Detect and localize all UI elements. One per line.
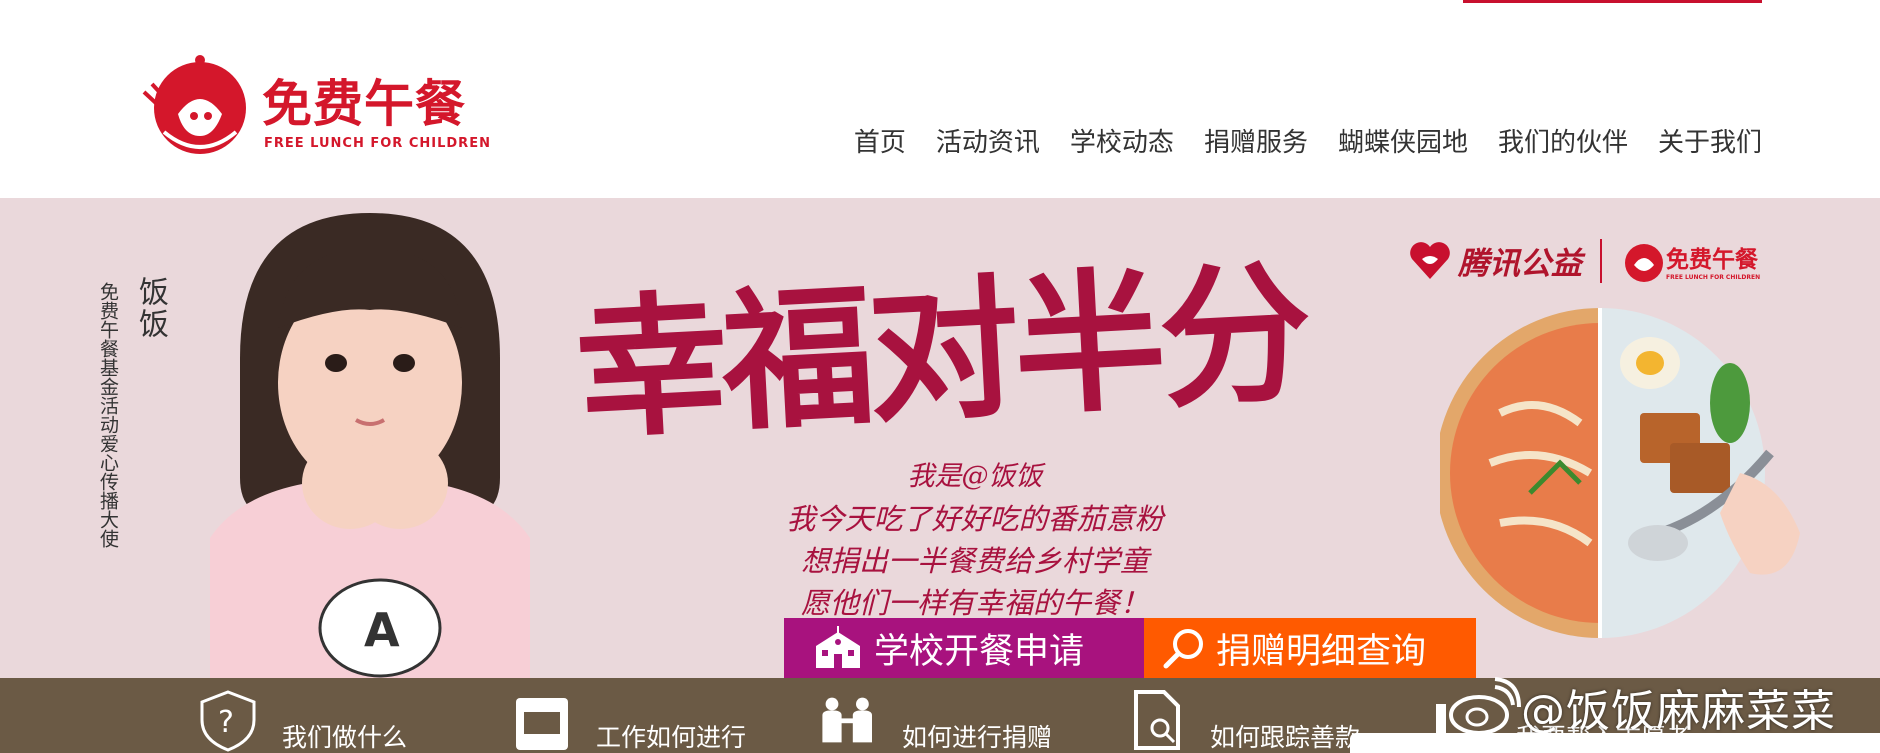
partner-freelunch: 免费午餐 FREE LUNCH FOR CHILDREN bbox=[1666, 240, 1760, 281]
feature-label: 如何跟踪善款 bbox=[1210, 723, 1361, 752]
logo-subtitle: FREE LUNCH FOR CHILDREN bbox=[264, 136, 491, 151]
feature-track-funds[interactable]: 如何跟踪善款 bbox=[1124, 688, 1360, 753]
feature-what-we-do[interactable]: ? 我们做什么 bbox=[196, 688, 407, 753]
watermark-text: @饭饭麻麻菜菜 bbox=[1521, 686, 1836, 737]
school-meal-apply-button[interactable]: 学校开餐申请 bbox=[784, 618, 1144, 678]
floating-panel-edge bbox=[1350, 733, 1880, 753]
school-building-icon bbox=[816, 626, 860, 668]
banner-line-3: 想捐出一半餐费给乡村学童 bbox=[800, 544, 1149, 578]
banner-message: 我是@饭饭 我今天吃了好好吃的番茄意粉 想捐出一半餐费给乡村学童 愿他们一样有幸… bbox=[740, 456, 1210, 624]
banner-line-2: 我今天吃了好好吃的番茄意粉 bbox=[786, 502, 1164, 536]
free-lunch-small-logo-icon bbox=[1625, 243, 1663, 282]
feature-label: 我们做什么 bbox=[282, 723, 408, 752]
feature-label: 如何进行捐赠 bbox=[902, 723, 1053, 752]
partner-ff-subtitle: FREE LUNCH FOR CHILDREN bbox=[1666, 274, 1761, 281]
partner-logos: 腾讯公益 免费午餐 FREE LUNCH FOR CHILDREN bbox=[1408, 238, 1760, 283]
search-icon bbox=[1163, 629, 1203, 669]
hero-banner[interactable]: 免费午餐基金活动爱心传播大使 饭饭 A 幸福对半分 我是@饭饭 我今天吃了好好吃… bbox=[0, 198, 1880, 678]
nav-about[interactable]: 关于我们 bbox=[1643, 122, 1762, 159]
site-logo[interactable]: 免费午餐 FREE LUNCH FOR CHILDREN bbox=[138, 52, 508, 162]
partner-ff-title: 免费午餐 bbox=[1666, 247, 1758, 273]
page: 免费午餐 FREE LUNCH FOR CHILDREN 首页 活动资讯 学校动… bbox=[0, 0, 1880, 753]
partner-divider bbox=[1600, 238, 1602, 283]
partner-tencent: 腾讯公益 bbox=[1458, 246, 1582, 282]
svg-text:?: ? bbox=[218, 705, 234, 740]
ambassador-caption: 免费午餐基金活动爱心传播大使 bbox=[97, 282, 119, 548]
site-header: 免费午餐 FREE LUNCH FOR CHILDREN 首页 活动资讯 学校动… bbox=[0, 0, 1880, 198]
banner-title: 幸福对半分 bbox=[571, 242, 1311, 460]
top-accent-bar bbox=[1463, 0, 1762, 3]
feature-how-to-donate[interactable]: 如何进行捐赠 bbox=[816, 688, 1052, 753]
people-helping-icon bbox=[822, 697, 872, 743]
nav-home[interactable]: 首页 bbox=[839, 122, 921, 159]
free-lunch-logo-icon bbox=[142, 55, 246, 154]
nav-partners[interactable]: 我们的伙伴 bbox=[1483, 122, 1643, 159]
nav-school-updates[interactable]: 学校动态 bbox=[1055, 122, 1189, 159]
weibo-watermark: @饭饭麻麻菜菜 bbox=[1447, 675, 1836, 739]
banner-line-1: 我是@饭饭 bbox=[907, 461, 1043, 492]
document-search-icon bbox=[1134, 690, 1180, 750]
logo-title: 免费午餐 bbox=[262, 75, 466, 133]
tencent-heart-icon bbox=[1410, 241, 1450, 279]
document-tray-icon bbox=[516, 698, 568, 750]
query-label: 捐赠明细查询 bbox=[1216, 631, 1427, 672]
main-nav: 首页 活动资讯 学校动态 捐赠服务 蝴蝶侠园地 我们的伙伴 关于我们 bbox=[839, 122, 1762, 159]
feature-how-it-works[interactable]: 工作如何进行 bbox=[510, 688, 746, 753]
girl-photo: A bbox=[210, 213, 530, 678]
donation-query-button[interactable]: 捐赠明细查询 bbox=[1144, 618, 1476, 678]
nav-butterfly-garden[interactable]: 蝴蝶侠园地 bbox=[1323, 122, 1483, 159]
apply-label: 学校开餐申请 bbox=[874, 631, 1085, 672]
shield-question-icon: ? bbox=[200, 690, 256, 752]
weibo-logo-icon bbox=[1449, 677, 1521, 735]
feature-label: 工作如何进行 bbox=[596, 723, 747, 752]
noodle-bowl-illustration bbox=[1440, 308, 1800, 638]
svg-text:A: A bbox=[364, 603, 400, 657]
nav-news[interactable]: 活动资讯 bbox=[921, 122, 1055, 159]
nav-donation-service[interactable]: 捐赠服务 bbox=[1189, 122, 1323, 159]
